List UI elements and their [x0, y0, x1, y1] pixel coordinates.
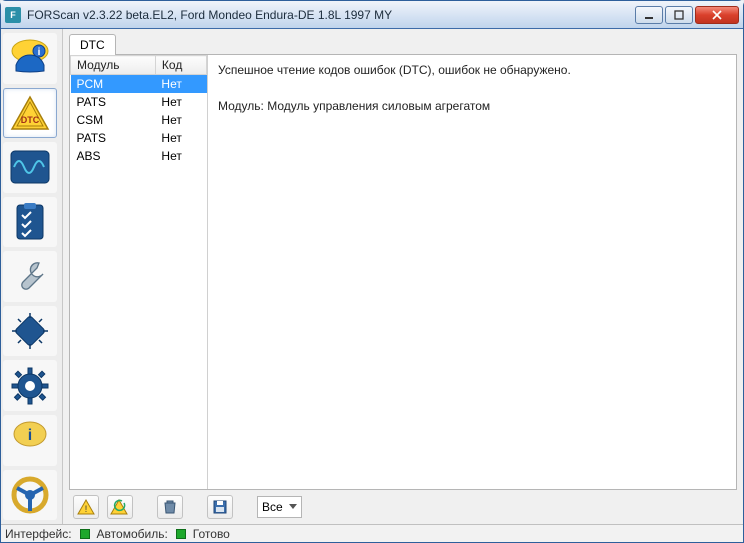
table-row[interactable]: PATSНет — [71, 93, 207, 111]
window-title: FORScan v2.3.22 beta.EL2, Ford Mondeo En… — [27, 8, 633, 22]
steering-wheel-icon — [9, 474, 51, 516]
sidebar-oscilloscope[interactable] — [3, 142, 57, 193]
status-ready-label: Готово — [193, 527, 230, 541]
action-bar: ! — [69, 490, 737, 520]
sidebar: i DTC — [1, 29, 63, 524]
table-row[interactable]: PATSНет — [71, 129, 207, 147]
svg-text:i: i — [28, 427, 32, 444]
col-header-module[interactable]: Модуль — [71, 56, 156, 75]
cell-module: PATS — [71, 129, 156, 147]
floppy-icon — [212, 499, 228, 515]
detail-module-line: Модуль: Модуль управления силовым агрега… — [218, 97, 726, 115]
status-interface-label: Интерфейс: — [5, 527, 72, 541]
save-button[interactable] — [207, 495, 233, 519]
wrench-icon — [9, 256, 51, 298]
cell-code: Нет — [155, 93, 206, 111]
trash-icon — [162, 499, 178, 515]
app-icon: F — [5, 7, 21, 23]
sidebar-steering[interactable] — [3, 470, 57, 521]
cell-code: Нет — [155, 129, 206, 147]
chevron-down-icon — [289, 504, 297, 510]
clipboard-check-icon — [10, 201, 50, 243]
gear-icon — [9, 365, 51, 407]
wave-icon — [8, 147, 52, 187]
filter-dropdown[interactable]: Все — [257, 496, 302, 518]
cell-module: PCM — [71, 75, 156, 94]
tabstrip: DTC — [69, 33, 737, 55]
statusbar: Интерфейс: Автомобиль: Готово — [1, 524, 743, 542]
maximize-button[interactable] — [665, 6, 693, 24]
chip-icon — [9, 310, 51, 352]
filter-dropdown-label: Все — [262, 500, 283, 514]
sidebar-settings[interactable] — [3, 360, 57, 411]
clear-button[interactable] — [157, 495, 183, 519]
cell-module: CSM — [71, 111, 156, 129]
content-split: Модуль Код PCMНетPATSНетCSMНетPATSНетABS… — [69, 55, 737, 490]
sidebar-dtc[interactable]: DTC — [3, 88, 57, 139]
cell-module: PATS — [71, 93, 156, 111]
titlebar: F FORScan v2.3.22 beta.EL2, Ford Mondeo … — [1, 1, 743, 29]
client-area: i DTC — [1, 29, 743, 524]
minimize-button[interactable] — [635, 6, 663, 24]
col-header-code[interactable]: Код — [155, 56, 206, 75]
tab-dtc[interactable]: DTC — [69, 34, 116, 55]
sidebar-tests[interactable] — [3, 197, 57, 248]
cell-code: Нет — [155, 111, 206, 129]
sidebar-vehicle-info[interactable]: i — [3, 33, 57, 84]
svg-text:DTC: DTC — [21, 115, 40, 125]
detail-status-line: Успешное чтение кодов ошибок (DTC), ошиб… — [218, 61, 726, 79]
window-buttons — [633, 6, 739, 24]
reset-codes-button[interactable] — [107, 495, 133, 519]
warning-triangle-refresh-icon — [110, 499, 130, 515]
table-row[interactable]: CSMНет — [71, 111, 207, 129]
detail-pane: Успешное чтение кодов ошибок (DTC), ошиб… — [208, 55, 736, 489]
info-icon: i — [10, 420, 50, 460]
sidebar-chip[interactable] — [3, 306, 57, 357]
dtc-warning-icon: DTC — [8, 93, 52, 133]
cell-code: Нет — [155, 75, 206, 94]
cell-module: ABS — [71, 147, 156, 165]
cell-code: Нет — [155, 147, 206, 165]
car-icon: i — [8, 39, 52, 77]
sidebar-help[interactable]: i — [3, 415, 57, 466]
svg-text:i: i — [38, 47, 41, 58]
svg-text:!: ! — [85, 504, 88, 514]
status-vehicle-label: Автомобиль: — [97, 527, 168, 541]
main-area: DTC Модуль Код PCMНетPATSНетCSMНетPATSНе… — [63, 29, 743, 524]
table-row[interactable]: ABSНет — [71, 147, 207, 165]
vehicle-led-icon — [176, 529, 186, 539]
module-grid: Модуль Код PCMНетPATSНетCSMНетPATSНетABS… — [70, 55, 208, 489]
read-codes-button[interactable]: ! — [73, 495, 99, 519]
table-row[interactable]: PCMНет — [71, 75, 207, 94]
sidebar-service[interactable] — [3, 251, 57, 302]
interface-led-icon — [80, 529, 90, 539]
warning-triangle-read-icon: ! — [77, 499, 95, 515]
close-button[interactable] — [695, 6, 739, 24]
